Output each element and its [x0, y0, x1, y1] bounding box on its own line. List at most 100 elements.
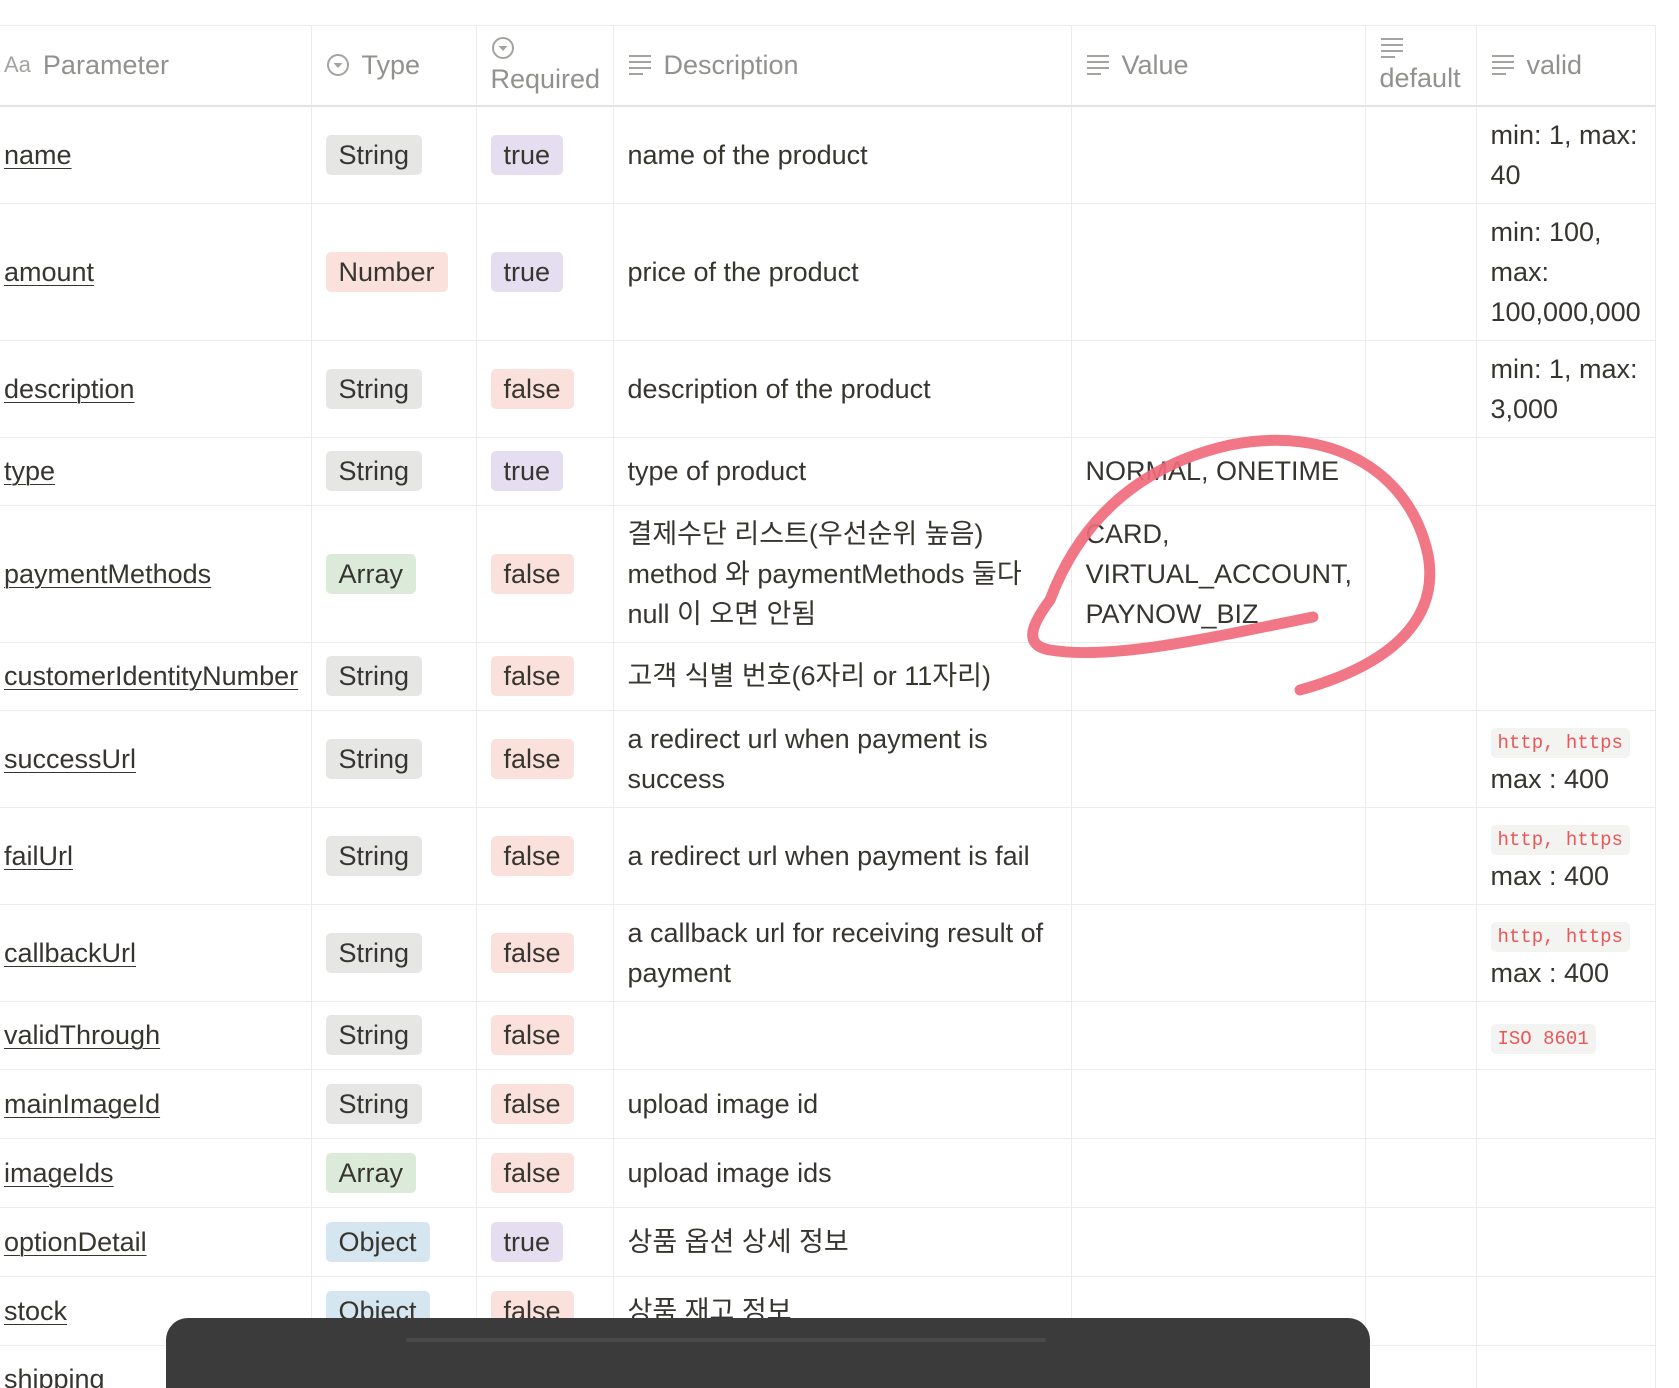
cell-description[interactable]: a redirect url when payment is fail — [613, 807, 1072, 905]
cell-description[interactable]: name of the product — [613, 105, 1072, 204]
cell-parameter[interactable]: imageIds — [0, 1138, 312, 1208]
cell-parameter[interactable]: name — [0, 105, 312, 204]
column-header-type[interactable]: Type — [311, 25, 477, 107]
column-header-value[interactable]: Value — [1071, 25, 1366, 107]
table-row[interactable]: name String true name of the product min: 1,… — [0, 105, 1656, 204]
cell-parameter[interactable]: amount — [0, 203, 312, 341]
cell-default[interactable] — [1365, 505, 1477, 643]
parameter-link[interactable]: shipping — [4, 1364, 105, 1388]
cell-type[interactable]: String — [311, 642, 477, 711]
cell-required[interactable]: false — [476, 505, 614, 643]
cell-value[interactable] — [1071, 1001, 1366, 1070]
cell-default[interactable] — [1365, 1138, 1477, 1208]
cell-value[interactable] — [1071, 904, 1366, 1002]
cell-type[interactable]: String — [311, 340, 477, 438]
cell-type[interactable]: String — [311, 807, 477, 905]
cell-parameter[interactable]: failUrl — [0, 807, 312, 905]
cell-valid[interactable]: http, https max : 400 — [1476, 710, 1656, 808]
parameter-link[interactable]: amount — [4, 257, 94, 287]
cell-required[interactable]: false — [476, 1001, 614, 1070]
table-row[interactable]: description String false description of the… — [0, 340, 1656, 438]
cell-default[interactable] — [1365, 437, 1477, 506]
cell-required[interactable]: false — [476, 340, 614, 438]
cell-required[interactable]: false — [476, 1069, 614, 1139]
cell-valid[interactable] — [1476, 1207, 1656, 1277]
cell-default[interactable] — [1365, 1276, 1477, 1346]
cell-value[interactable] — [1071, 642, 1366, 711]
parameter-link[interactable]: imageIds — [4, 1158, 114, 1188]
table-row[interactable]: validThrough String false ISO 8601 — [0, 1001, 1656, 1070]
column-header-description[interactable]: Description — [613, 25, 1072, 107]
cell-default[interactable] — [1365, 710, 1477, 808]
parameter-link[interactable]: failUrl — [4, 841, 73, 871]
cell-value[interactable] — [1071, 105, 1366, 204]
cell-type[interactable]: Array — [311, 505, 477, 643]
column-header-required[interactable]: Required — [476, 25, 614, 107]
parameter-link[interactable]: optionDetail — [4, 1227, 147, 1257]
cell-valid[interactable]: ISO 8601 — [1476, 1001, 1656, 1070]
table-row[interactable]: paymentMethods Array false 결제수단 리스트(우선순위 높음… — [0, 505, 1656, 643]
cell-parameter[interactable]: customerIdentityNumber — [0, 642, 312, 711]
cell-type[interactable]: String — [311, 1001, 477, 1070]
cell-required[interactable]: false — [476, 1138, 614, 1208]
cell-valid[interactable]: min: 1, max: 3,000 — [1476, 340, 1656, 438]
cell-value[interactable] — [1071, 203, 1366, 341]
cell-default[interactable] — [1365, 105, 1477, 204]
cell-required[interactable]: true — [476, 1207, 614, 1277]
cell-description[interactable]: 결제수단 리스트(우선순위 높음) method 와 paymentMethods… — [613, 505, 1072, 643]
parameter-link[interactable]: name — [4, 140, 72, 170]
cell-value[interactable] — [1071, 340, 1366, 438]
cell-parameter[interactable]: description — [0, 340, 312, 438]
cell-required[interactable]: true — [476, 203, 614, 341]
cell-type[interactable]: String — [311, 710, 477, 808]
cell-description[interactable]: a redirect url when payment is success — [613, 710, 1072, 808]
cell-parameter[interactable]: successUrl — [0, 710, 312, 808]
cell-default[interactable] — [1365, 807, 1477, 905]
cell-default[interactable] — [1365, 1345, 1477, 1388]
parameter-link[interactable]: mainImageId — [4, 1089, 160, 1119]
cell-valid[interactable]: min: 100, max: 100,000,000 — [1476, 203, 1656, 341]
cell-description[interactable] — [613, 1001, 1072, 1070]
cell-type[interactable]: Array — [311, 1138, 477, 1208]
parameter-link[interactable]: callbackUrl — [4, 938, 136, 968]
cell-parameter[interactable]: validThrough — [0, 1001, 312, 1070]
cell-required[interactable]: false — [476, 904, 614, 1002]
cell-description[interactable]: price of the product — [613, 203, 1072, 341]
cell-parameter[interactable]: callbackUrl — [0, 904, 312, 1002]
cell-parameter[interactable]: type — [0, 437, 312, 506]
cell-value[interactable] — [1071, 1207, 1366, 1277]
cell-valid[interactable]: min: 1, max: 40 — [1476, 105, 1656, 204]
cell-valid[interactable] — [1476, 1138, 1656, 1208]
cell-parameter[interactable]: mainImageId — [0, 1069, 312, 1139]
cell-parameter[interactable]: optionDetail — [0, 1207, 312, 1277]
table-row[interactable]: successUrl String false a redirect url when… — [0, 710, 1656, 808]
cell-valid[interactable] — [1476, 1069, 1656, 1139]
cell-default[interactable] — [1365, 1069, 1477, 1139]
cell-type[interactable]: Number — [311, 203, 477, 341]
cell-valid[interactable] — [1476, 437, 1656, 506]
cell-type[interactable]: String — [311, 437, 477, 506]
cell-required[interactable]: true — [476, 105, 614, 204]
parameter-link[interactable]: description — [4, 374, 135, 404]
parameter-link[interactable]: stock — [4, 1296, 67, 1326]
cell-valid[interactable] — [1476, 505, 1656, 643]
cell-description[interactable]: type of product — [613, 437, 1072, 506]
table-row[interactable]: type String true type of product NORMAL, ONE… — [0, 437, 1656, 506]
parameter-link[interactable]: type — [4, 456, 55, 486]
cell-type[interactable]: String — [311, 105, 477, 204]
cell-value[interactable] — [1071, 710, 1366, 808]
cell-value[interactable]: NORMAL, ONETIME — [1071, 437, 1366, 506]
cell-required[interactable]: false — [476, 642, 614, 711]
table-row[interactable]: mainImageId String false upload image id — [0, 1069, 1656, 1139]
cell-description[interactable]: 고객 식별 번호(6자리 or 11자리) — [613, 642, 1072, 711]
cell-value[interactable] — [1071, 1138, 1366, 1208]
cell-type[interactable]: String — [311, 904, 477, 1002]
cell-type[interactable]: String — [311, 1069, 477, 1139]
horizontal-scrollbar[interactable] — [166, 1318, 1370, 1388]
cell-default[interactable] — [1365, 1001, 1477, 1070]
column-header-valid[interactable]: valid — [1476, 25, 1656, 107]
cell-description[interactable]: upload image ids — [613, 1138, 1072, 1208]
cell-description[interactable]: a callback url for receiving result of pa… — [613, 904, 1072, 1002]
cell-default[interactable] — [1365, 203, 1477, 341]
parameter-link[interactable]: customerIdentityNumber — [4, 661, 298, 691]
